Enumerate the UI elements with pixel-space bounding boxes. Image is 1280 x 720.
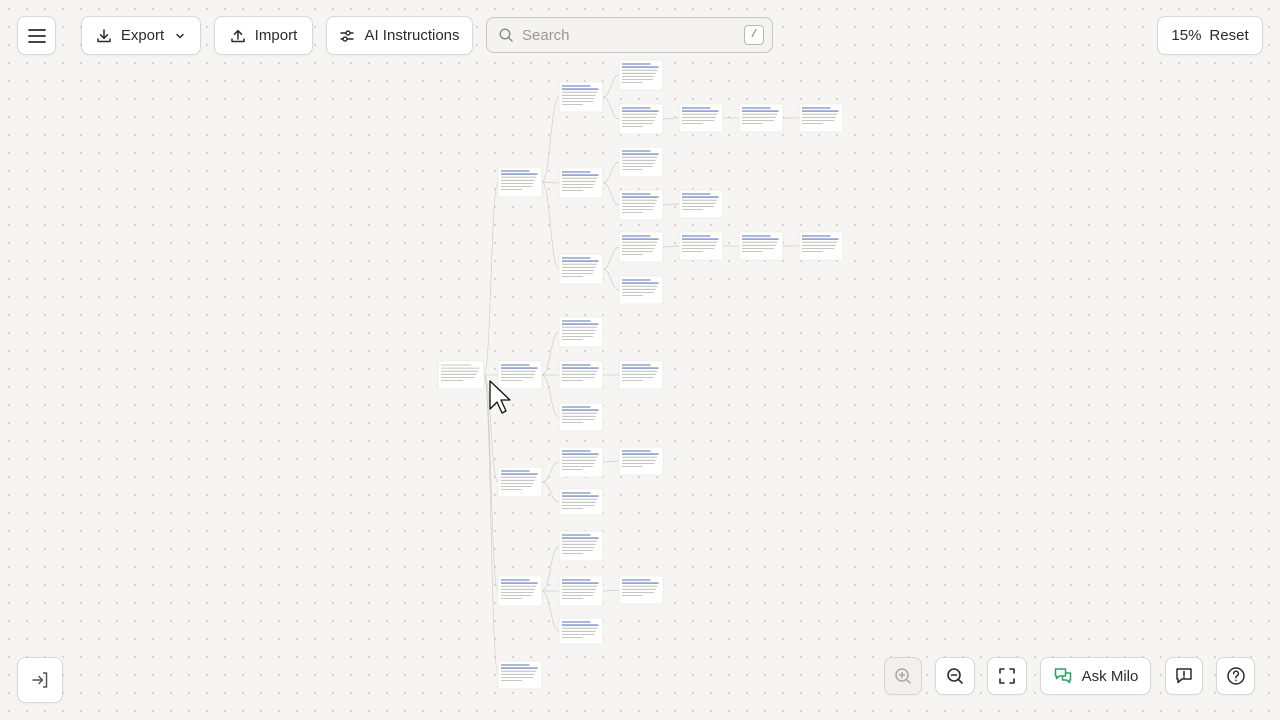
mind-map-node[interactable]: [618, 59, 664, 91]
connector-line: [483, 181, 499, 376]
connector-line: [602, 74, 620, 98]
search-bar: /: [486, 17, 773, 53]
ai-instructions-button[interactable]: AI Instructions: [326, 16, 473, 55]
mind-map-node[interactable]: [618, 146, 664, 178]
export-label: Export: [120, 27, 165, 44]
connector-line: [602, 182, 620, 206]
mind-map-node[interactable]: [437, 360, 485, 390]
mind-map-node[interactable]: [618, 275, 664, 305]
mind-map-node[interactable]: [798, 103, 844, 133]
mind-map-node[interactable]: [497, 660, 543, 690]
mind-map-node[interactable]: [558, 402, 604, 432]
connector-line: [541, 331, 560, 376]
mind-map-node[interactable]: [558, 446, 604, 478]
zoom-out-icon: [947, 668, 963, 684]
sliders-icon: [340, 29, 355, 42]
mind-map-node[interactable]: [618, 231, 664, 263]
mind-map-node[interactable]: [497, 360, 543, 390]
mind-map-node[interactable]: [558, 488, 604, 516]
connector-line: [602, 268, 620, 291]
connector-line: [541, 461, 560, 483]
mind-map-node[interactable]: [618, 103, 664, 135]
search-icon: [499, 28, 513, 42]
mind-map-node[interactable]: [558, 360, 604, 390]
ask-milo-button[interactable]: Ask Milo: [1040, 657, 1151, 695]
mind-map-node[interactable]: [618, 189, 664, 221]
mind-map-node[interactable]: [618, 575, 664, 605]
search-input[interactable]: [520, 25, 744, 45]
connector-line: [541, 181, 560, 270]
hamburger-menu-icon: [27, 28, 46, 43]
zoom-level: 15%: [1171, 27, 1202, 44]
zoom-out-button[interactable]: [935, 657, 975, 695]
mind-map-node[interactable]: [678, 189, 724, 219]
mind-map-node[interactable]: [798, 231, 844, 261]
export-button[interactable]: Export: [81, 16, 201, 55]
sign-in-icon: [32, 672, 48, 688]
mind-map-node[interactable]: [558, 575, 604, 607]
feedback-button[interactable]: [1165, 657, 1203, 695]
mind-map-node[interactable]: [558, 530, 604, 562]
zoom-reset-button[interactable]: 15% Reset: [1157, 16, 1263, 55]
mind-map-node[interactable]: [497, 466, 543, 498]
mind-map-node[interactable]: [678, 103, 724, 133]
upload-icon: [230, 29, 245, 42]
mind-map-node[interactable]: [558, 253, 604, 285]
connector-line: [602, 246, 620, 270]
connector-line: [541, 181, 560, 184]
connector-line: [541, 374, 560, 418]
zoom-in-button[interactable]: [884, 657, 922, 695]
mind-map-node[interactable]: [738, 231, 784, 261]
mind-map-node[interactable]: [558, 167, 604, 199]
connector-line: [662, 117, 680, 120]
connector-line: [541, 96, 560, 183]
connector-line: [602, 589, 620, 592]
connector-line: [602, 161, 620, 184]
feedback-icon: [1176, 668, 1192, 684]
mind-map-node[interactable]: [618, 446, 664, 476]
ai-instructions-label: AI Instructions: [364, 27, 460, 44]
mind-map-node[interactable]: [497, 166, 543, 198]
mind-map-node[interactable]: [738, 103, 784, 133]
mind-map-node[interactable]: [678, 231, 724, 261]
connector-line: [662, 203, 680, 206]
mind-map-node[interactable]: [497, 575, 543, 607]
import-label: Import: [254, 27, 298, 44]
mind-map-canvas[interactable]: [0, 0, 1280, 720]
help-icon: [1226, 667, 1245, 685]
connector-line: [541, 590, 560, 632]
import-button[interactable]: Import: [214, 16, 313, 55]
fullscreen-icon: [999, 668, 1015, 684]
connector-line: [602, 460, 620, 463]
mind-map-node[interactable]: [558, 81, 604, 113]
mind-map-node[interactable]: [558, 617, 604, 645]
reset-label: Reset: [1209, 27, 1249, 44]
connector-line: [602, 96, 620, 120]
help-button[interactable]: [1216, 657, 1255, 695]
mind-map-node[interactable]: [618, 360, 664, 390]
search-shortcut-key: /: [744, 25, 764, 45]
chat-bubbles-icon: [1054, 668, 1071, 684]
exit-button[interactable]: [17, 657, 63, 703]
ask-milo-label: Ask Milo: [1081, 667, 1139, 685]
download-icon: [97, 28, 111, 42]
connector-line: [541, 545, 560, 592]
menu-button[interactable]: [17, 16, 56, 55]
connector-line: [662, 245, 680, 248]
mind-map-node[interactable]: [558, 316, 604, 348]
zoom-in-icon: [895, 668, 911, 684]
chevron-down-icon: [176, 33, 184, 38]
connector-line: [483, 374, 499, 676]
fit-view-button[interactable]: [987, 657, 1027, 695]
connector-line: [541, 481, 560, 503]
